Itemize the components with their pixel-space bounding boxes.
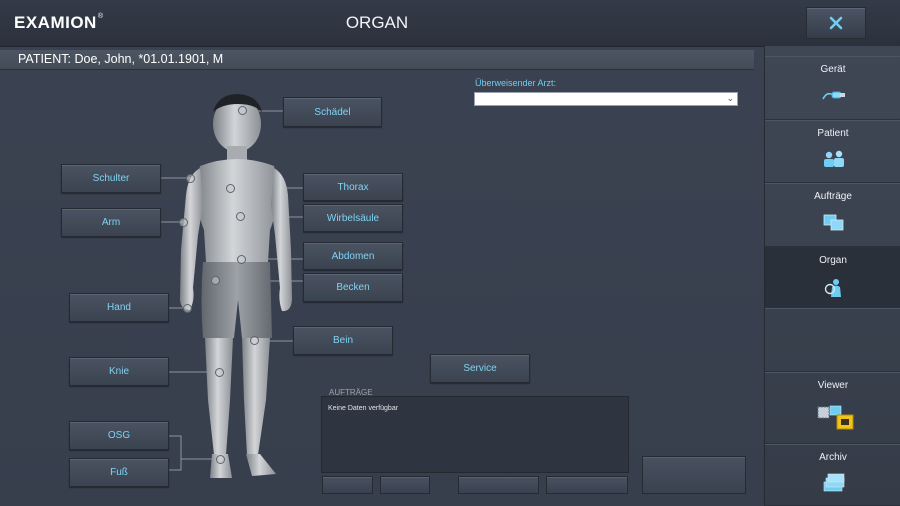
orders-action-button-3[interactable] [458, 476, 539, 494]
organ-button-arm[interactable]: Arm [61, 208, 161, 237]
sidebar-nav: Gerät Patient Aufträge Organ Viewer Arch… [764, 46, 900, 506]
orders-action-button-4[interactable] [546, 476, 628, 494]
sidebar-item-empty [765, 308, 900, 372]
organ-button-hand[interactable]: Hand [69, 293, 169, 322]
orders-icon [823, 214, 844, 231]
sidebar-item-label: Gerät [820, 64, 846, 75]
sidebar-item-label: Organ [819, 255, 847, 266]
marker-knie[interactable] [215, 368, 224, 377]
organ-button-osg[interactable]: OSG [69, 421, 169, 450]
device-icon [822, 91, 845, 100]
organ-button-schulter[interactable]: Schulter [61, 164, 161, 193]
patients-icon [824, 150, 844, 167]
marker-hand[interactable] [183, 304, 192, 313]
organ-button-fuss[interactable]: Fuß [69, 458, 169, 487]
organ-button-thorax[interactable]: Thorax [303, 173, 403, 201]
marker-arm[interactable] [179, 218, 188, 227]
organ-button-schaedel[interactable]: Schädel [283, 97, 382, 127]
sidebar-item-auftraege[interactable]: Aufträge [765, 183, 900, 247]
archive-icon [823, 473, 845, 492]
orders-list[interactable]: Keine Daten verfügbar [321, 396, 629, 473]
sidebar-item-label: Viewer [817, 380, 849, 391]
orders-action-button-1[interactable] [322, 476, 373, 494]
close-icon [829, 16, 843, 30]
organ-icon [824, 279, 841, 297]
close-button[interactable] [806, 7, 866, 39]
orders-empty-text: Keine Daten verfügbar [328, 405, 399, 412]
sidebar-item-patient[interactable]: Patient [765, 120, 900, 183]
marker-becken[interactable] [211, 276, 220, 285]
sidebar-item-label: Patient [817, 128, 849, 139]
marker-osg-fuss[interactable] [216, 455, 225, 464]
viewer-icon [817, 405, 854, 430]
organ-button-becken[interactable]: Becken [303, 273, 403, 302]
sidebar-item-viewer[interactable]: Viewer [765, 372, 900, 444]
orders-action-button-2[interactable] [380, 476, 430, 494]
sidebar-item-geraet[interactable]: Gerät [765, 56, 900, 120]
organ-button-wirbelsaeule[interactable]: Wirbelsäule [303, 204, 403, 232]
sidebar-item-label: Aufträge [814, 191, 852, 202]
organ-button-knie[interactable]: Knie [69, 357, 169, 386]
organ-button-bein[interactable]: Bein [293, 326, 393, 355]
marker-schulter[interactable] [186, 174, 195, 183]
sidebar-item-archiv[interactable]: Archiv [765, 444, 900, 506]
service-button[interactable]: Service [430, 354, 530, 383]
organ-button-abdomen[interactable]: Abdomen [303, 242, 403, 270]
marker-abdomen[interactable] [237, 255, 246, 264]
app-window: EXAMION® ORGAN PATIENT: Doe, John, *01.0… [0, 0, 900, 506]
marker-bein[interactable] [250, 336, 259, 345]
marker-wirbelsaeule[interactable] [236, 212, 245, 221]
sidebar-item-label: Archiv [819, 452, 847, 463]
sidebar-item-organ[interactable]: Organ [765, 247, 900, 308]
marker-thorax[interactable] [226, 184, 235, 193]
marker-schaedel[interactable] [238, 106, 247, 115]
confirm-button[interactable] [642, 456, 746, 494]
